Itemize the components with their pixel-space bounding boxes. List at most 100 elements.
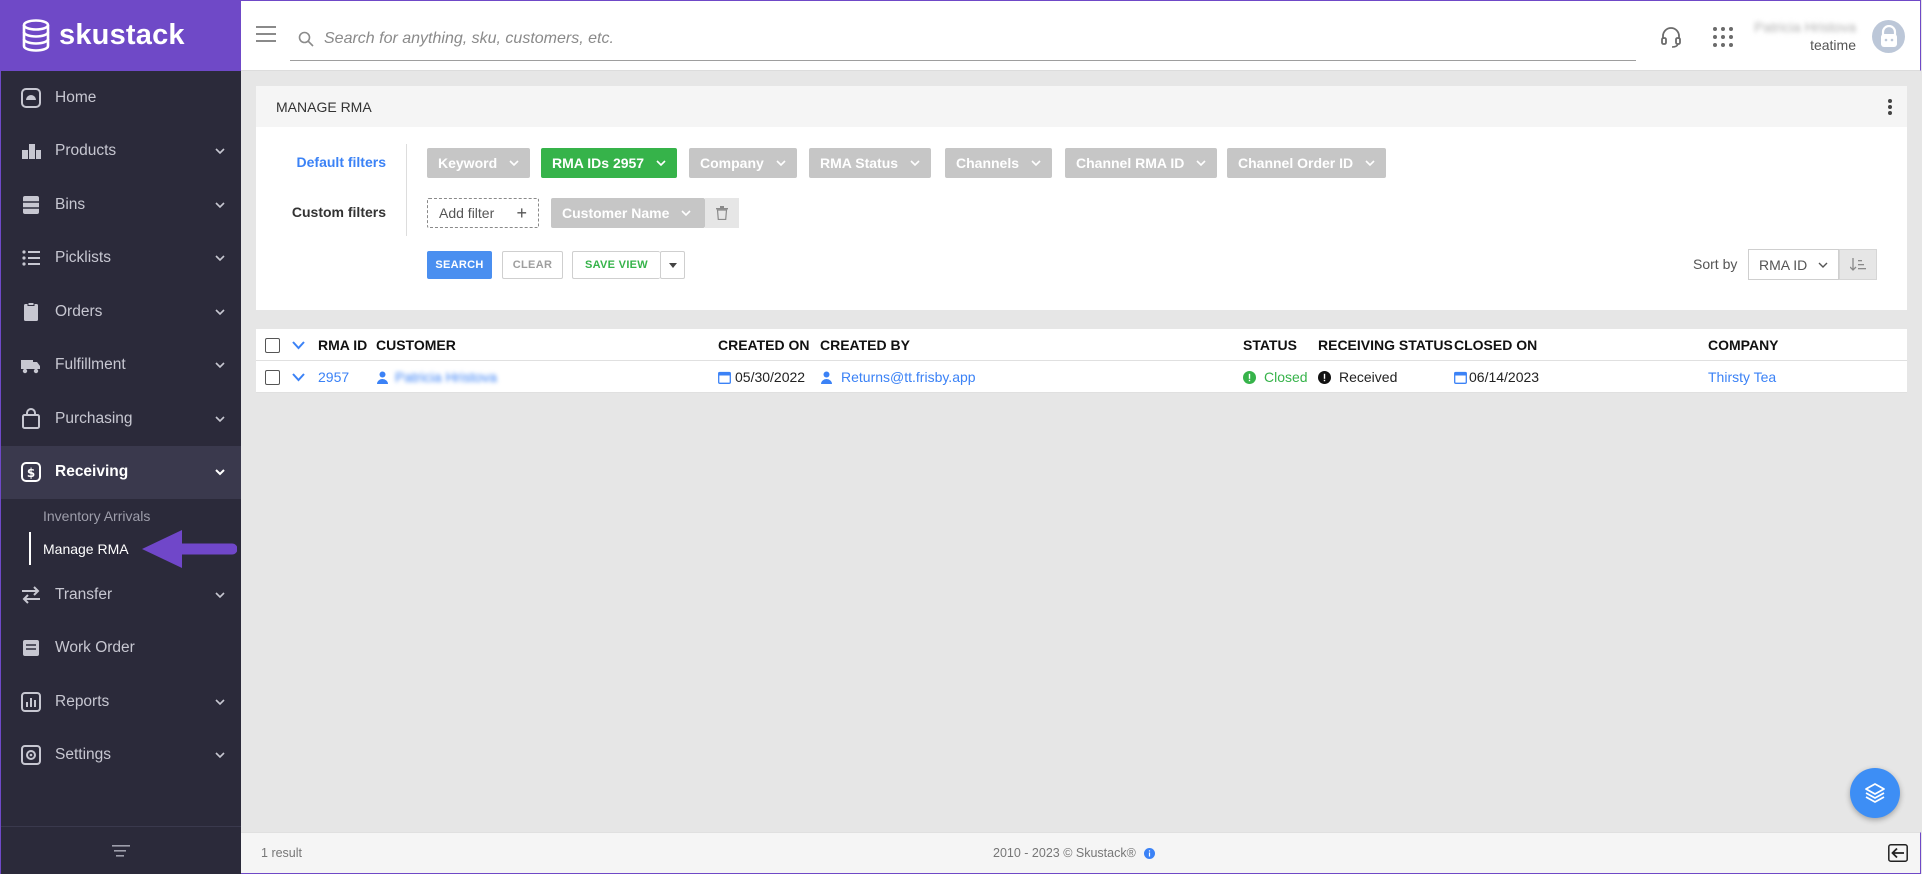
filter-chip-channel-order-id[interactable]: Channel Order ID xyxy=(1227,148,1387,178)
avatar[interactable] xyxy=(1872,20,1905,53)
chevron-down-icon xyxy=(1196,160,1206,167)
sidebar-item-settings[interactable]: Settings xyxy=(1,729,241,783)
collapse-menu-icon xyxy=(112,844,130,857)
column-header-customer[interactable]: CUSTOMER xyxy=(376,329,456,361)
save-view-button[interactable]: SAVE VIEW xyxy=(572,251,660,279)
home-icon xyxy=(20,87,42,109)
chevron-down-icon xyxy=(215,699,225,705)
sidebar: skustack Home Products Bins Picklists Or… xyxy=(0,0,241,874)
chevron-down-icon xyxy=(910,160,920,167)
user-icon xyxy=(377,371,388,384)
add-filter-button[interactable]: Add filter + xyxy=(427,198,539,228)
sidebar-item-label: Fulfillment xyxy=(55,356,126,374)
user-info[interactable]: Patricia Hristova teatime xyxy=(1754,19,1856,53)
sidebar-item-reports[interactable]: Reports xyxy=(1,675,241,729)
truck-icon xyxy=(20,354,42,376)
receiving-status-cell: Received xyxy=(1318,361,1397,393)
table-row[interactable]: 2957 Patricia Hristova 05/30/2022 Return… xyxy=(256,361,1907,393)
sidebar-item-fulfillment[interactable]: Fulfillment xyxy=(1,339,241,393)
save-view-dropdown-button[interactable] xyxy=(660,251,685,279)
column-header-created-by[interactable]: CREATED BY xyxy=(820,329,910,361)
chevron-down-icon[interactable] xyxy=(292,372,305,382)
back-arrow-icon[interactable] xyxy=(1888,844,1908,862)
reports-icon xyxy=(20,691,42,713)
column-header-closed-on[interactable]: CLOSED ON xyxy=(1454,329,1537,361)
chevron-down-icon xyxy=(215,255,225,262)
sort-by-value: RMA ID xyxy=(1759,256,1808,273)
filter-chip-rma-status[interactable]: RMA Status xyxy=(809,148,932,178)
status-cell: Closed xyxy=(1243,361,1308,393)
sidebar-item-transfer[interactable]: Transfer xyxy=(1,568,241,622)
sort-direction-button[interactable] xyxy=(1839,249,1877,280)
layers-fab-button[interactable] xyxy=(1850,768,1900,818)
closed-on-value: 06/14/2023 xyxy=(1469,369,1540,385)
customer-link[interactable]: Patricia Hristova xyxy=(395,369,497,385)
chip-label: Channels xyxy=(956,155,1020,171)
sort-by-label: Sort by xyxy=(1693,256,1738,272)
orders-icon xyxy=(20,301,42,323)
more-options-icon[interactable] xyxy=(1887,98,1893,116)
info-icon[interactable] xyxy=(1143,847,1155,859)
sidebar-item-label: Bins xyxy=(55,195,86,213)
column-header-status[interactable]: STATUS xyxy=(1243,329,1297,361)
search-input[interactable] xyxy=(324,30,1524,48)
apps-grid-icon[interactable] xyxy=(1711,25,1735,49)
sidebar-item-orders[interactable]: Orders xyxy=(1,285,241,339)
sidebar-item-work-order[interactable]: Work Order xyxy=(1,622,241,676)
receiving-status-value: Received xyxy=(1339,369,1398,385)
customer-cell: Patricia Hristova xyxy=(376,361,497,393)
column-header-created-on[interactable]: CREATED ON xyxy=(718,329,810,361)
column-header-company[interactable]: COMPANY xyxy=(1708,329,1779,361)
select-all-checkbox[interactable] xyxy=(265,337,280,353)
result-count-value: 1 xyxy=(261,846,268,860)
chip-label: RMA Status xyxy=(820,155,899,171)
default-filters-label[interactable]: Default filters xyxy=(297,154,386,170)
filter-chip-company[interactable]: Company xyxy=(689,148,797,178)
brand-header[interactable]: skustack xyxy=(1,0,241,71)
filter-chip-customer-name[interactable]: Customer Name xyxy=(551,198,705,228)
skustack-logo-icon xyxy=(22,18,50,52)
filter-chip-channel-rma-id[interactable]: Channel RMA ID xyxy=(1065,148,1218,178)
status-badge: Closed xyxy=(1264,369,1308,385)
remove-filter-button[interactable] xyxy=(705,198,739,228)
filter-chip-rma-ids[interactable]: RMA IDs 2957 xyxy=(541,148,678,178)
global-search xyxy=(290,18,1636,61)
chevron-down-icon[interactable] xyxy=(292,340,305,350)
sidebar-item-purchasing[interactable]: Purchasing xyxy=(1,392,241,446)
sidebar-item-label: Reports xyxy=(55,692,110,710)
sidebar-item-bins[interactable]: Bins xyxy=(1,178,241,232)
sidebar-collapse-button[interactable] xyxy=(1,826,241,874)
chevron-down-icon xyxy=(776,160,786,167)
sidebar-item-picklists[interactable]: Picklists xyxy=(1,232,241,286)
status-alert-icon xyxy=(1243,370,1256,384)
filter-chip-keyword[interactable]: Keyword xyxy=(427,148,531,178)
clear-button[interactable]: CLEAR xyxy=(502,251,563,279)
column-header-rma-id[interactable]: RMA ID xyxy=(318,329,367,361)
picklists-icon xyxy=(20,247,42,269)
chip-label: Channel RMA ID xyxy=(1076,155,1185,171)
row-expand-cell xyxy=(292,361,305,393)
created-on-value: 05/30/2022 xyxy=(735,369,806,385)
rma-id-link[interactable]: 2957 xyxy=(318,361,349,393)
created-by-link[interactable]: Returns@tt.frisby.app xyxy=(841,369,976,385)
row-checkbox[interactable] xyxy=(265,369,280,385)
search-button[interactable]: SEARCH xyxy=(427,251,492,279)
chevron-down-icon xyxy=(1365,160,1375,167)
sidebar-item-label: Products xyxy=(55,142,117,160)
bins-icon xyxy=(20,194,42,216)
filter-chip-channels[interactable]: Channels xyxy=(945,148,1053,178)
company-link[interactable]: Thirsty Tea xyxy=(1708,361,1776,393)
page-title: MANAGE RMA xyxy=(276,98,372,115)
sort-ascending-icon xyxy=(1850,257,1866,271)
sidebar-item-products[interactable]: Products xyxy=(1,125,241,179)
trash-icon xyxy=(716,206,728,220)
sort-by-select[interactable]: RMA ID xyxy=(1748,249,1839,280)
sidebar-item-receiving[interactable]: $ Receiving xyxy=(1,445,241,499)
result-count-label: result xyxy=(271,846,303,860)
chip-label: Channel Order ID xyxy=(1238,155,1354,171)
headset-support-icon[interactable] xyxy=(1659,25,1683,49)
sidebar-item-home[interactable]: Home xyxy=(1,71,241,125)
plus-icon: + xyxy=(516,202,527,223)
column-header-receiving-status[interactable]: RECEIVING STATUS xyxy=(1318,329,1453,361)
menu-icon[interactable] xyxy=(256,25,276,43)
